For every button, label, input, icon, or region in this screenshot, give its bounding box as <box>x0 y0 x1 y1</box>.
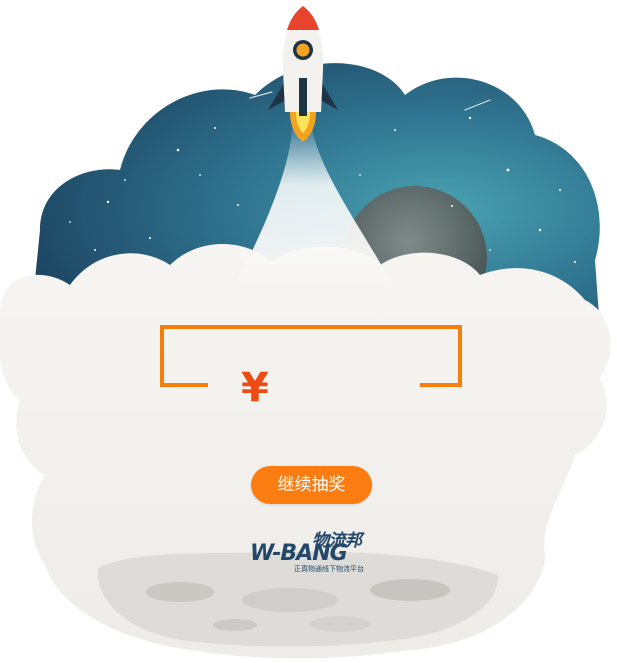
continue-draw-button[interactable]: 继续抽奖 <box>251 466 372 504</box>
brand-tagline: 正真物通线下物流平台 <box>294 565 364 573</box>
yen-icon: ¥ <box>241 365 269 411</box>
brand-logo: 物流邦 W-BANG 正真物通线下物流平台 <box>246 526 376 576</box>
brand-name-en: W-BANG <box>250 541 348 566</box>
prize-amount: ¥ <box>215 362 395 414</box>
